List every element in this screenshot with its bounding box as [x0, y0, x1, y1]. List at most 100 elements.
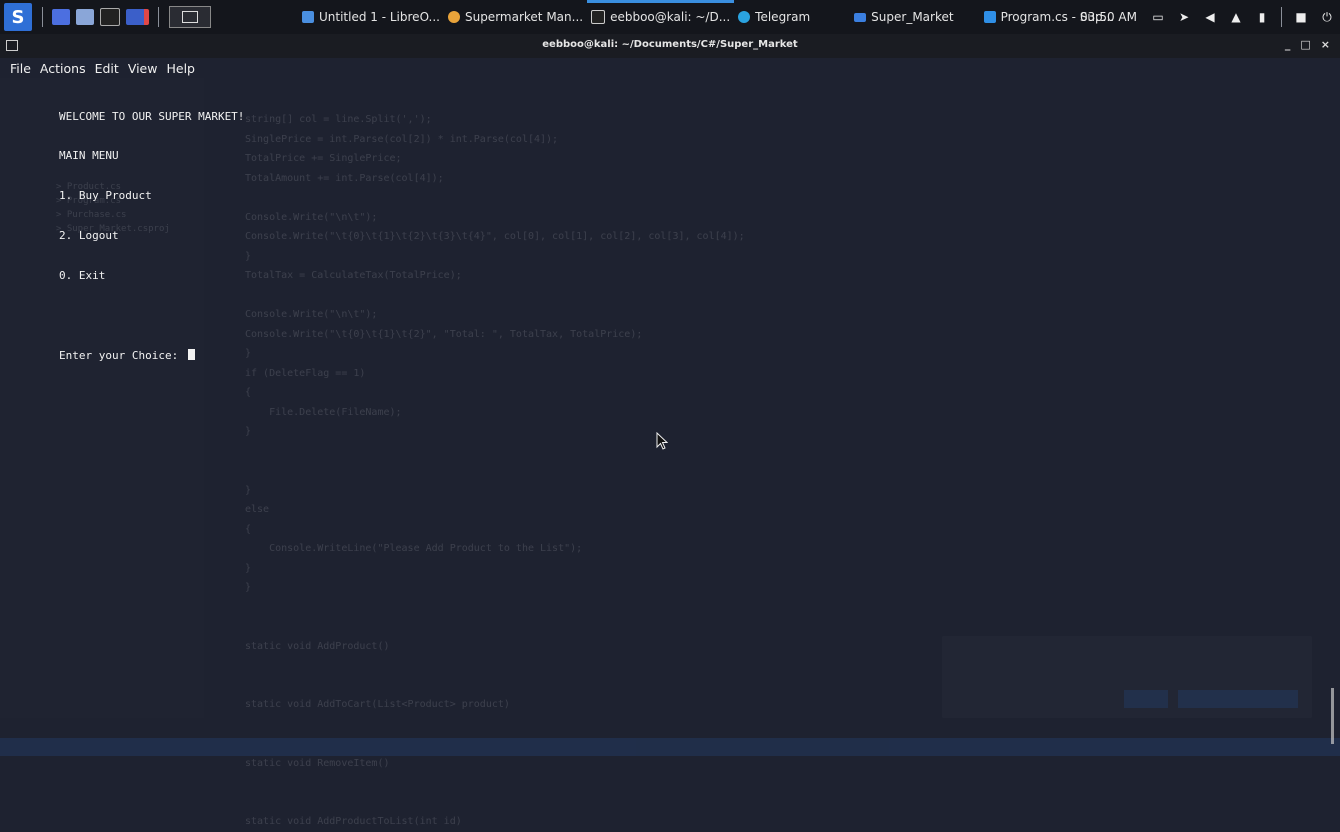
vscode-icon [983, 11, 996, 23]
menu-help[interactable]: Help [166, 61, 195, 76]
terminal-line: 1. Buy Product [59, 189, 152, 203]
screen-icon[interactable]: ▭ [1150, 9, 1166, 25]
code-line: TotalPrice += SinglePrice; [245, 153, 402, 164]
window-titlebar[interactable]: eebboo@kali: ~/Documents/C#/Super_Market… [0, 34, 1340, 58]
menu-file[interactable]: File [10, 61, 31, 76]
taskbar-separator [42, 7, 43, 27]
code-line: static void AddProduct() [245, 640, 390, 652]
code-line: { [245, 523, 252, 535]
launcher-area: S [0, 0, 211, 34]
taskbar: S Untitled 1 - LibreO... Supermarket Man… [0, 0, 1340, 34]
window-controls: _ □ × [1285, 38, 1330, 51]
menu-bar: File Actions Edit View Help [0, 58, 204, 78]
browser-launcher-icon[interactable] [126, 9, 149, 25]
notification-toast [942, 636, 1312, 718]
chrome-icon [447, 11, 460, 23]
task-label: Untitled 1 - LibreO... [319, 10, 440, 24]
telegram-icon [738, 11, 751, 23]
text-cursor [187, 348, 195, 360]
power-icon[interactable]: ⏻ [1319, 9, 1335, 25]
code-line: { [245, 387, 252, 398]
task-terminal[interactable]: eebboo@kali: ~/D... [587, 0, 735, 34]
code-line: TotalAmount += int.Parse(col[4]); [245, 172, 444, 184]
notification-bell-icon[interactable]: ▲ [1228, 9, 1244, 25]
code-line: Console.WriteLine("Please Add Product to… [245, 543, 583, 554]
code-line: static void AddProductToList(int id) [245, 816, 462, 827]
code-line: Console.Write("\t{0}\t{1}\t{2}", "Total:… [245, 328, 643, 340]
code-line: static void RemoveItem() [245, 757, 390, 769]
code-line: TotalTax = CalculateTax(TotalPrice); [245, 270, 462, 281]
code-line: } [245, 484, 252, 496]
code-line: } [245, 348, 252, 359]
kali-menu-icon[interactable]: S [4, 3, 32, 31]
terminal-icon [591, 10, 606, 24]
task-folder[interactable]: Super_Market [850, 0, 957, 34]
lock-icon[interactable]: ■ [1293, 9, 1309, 25]
terminal-launcher-icon[interactable] [100, 8, 120, 26]
code-line: } [245, 562, 252, 574]
terminal-prompt: Enter your Choice: [59, 348, 185, 362]
close-button[interactable]: × [1321, 38, 1330, 51]
task-label: Telegram [755, 10, 811, 24]
editor-statusbar [0, 738, 1340, 756]
notification-button [1178, 690, 1298, 708]
minimize-button[interactable]: _ [1285, 38, 1291, 51]
terminal-scrollbar[interactable] [1331, 688, 1334, 744]
task-chrome[interactable]: Supermarket Man... [444, 0, 587, 34]
taskbar-separator [1281, 7, 1282, 27]
code-editor: string[] col = line.Split(','); SinglePri… [205, 110, 745, 832]
window-title: eebboo@kali: ~/Documents/C#/Super_Market [542, 39, 798, 50]
task-telegram[interactable]: Telegram [734, 0, 814, 34]
terminal-line: WELCOME TO OUR SUPER MARKET! [59, 109, 245, 123]
task-label: Super_Market [871, 10, 954, 24]
task-label: eebboo@kali: ~/D... [610, 10, 731, 24]
menu-edit[interactable]: Edit [95, 61, 119, 76]
taskbar-separator [158, 7, 159, 27]
code-line: else [245, 504, 270, 515]
code-line: static void AddToCart(List<Product> prod… [245, 699, 510, 710]
terminal-line: MAIN MENU [59, 149, 119, 163]
terminal-prompt-line: Enter your Choice: [59, 348, 244, 362]
terminal-line: 2. Logout [59, 229, 119, 243]
telegram-tray-icon[interactable]: ➤ [1176, 9, 1192, 25]
menu-actions[interactable]: Actions [40, 61, 86, 76]
task-label: Supermarket Man... [464, 10, 584, 24]
code-line: Console.Write("\n\t"); [245, 309, 378, 320]
battery-icon[interactable]: ▮ [1254, 9, 1270, 25]
code-line: } [245, 582, 252, 593]
code-line: } [245, 250, 252, 262]
volume-icon[interactable]: ◀ [1202, 9, 1218, 25]
terminal-output[interactable]: WELCOME TO OUR SUPER MARKET! MAIN MENU 1… [59, 83, 244, 376]
folder-icon [854, 12, 867, 22]
code-line: if (DeleteFlag == 1) [245, 367, 366, 379]
maximize-button[interactable]: □ [1300, 38, 1310, 51]
code-line: string[] col = line.Split(','); [245, 114, 432, 125]
task-libreoffice[interactable]: Untitled 1 - LibreO... [298, 0, 444, 34]
system-tray: 03:50 AM ▭ ➤ ◀ ▲ ▮ ■ ⏻ [1080, 0, 1340, 34]
task-list: Untitled 1 - LibreO... Supermarket Man..… [298, 0, 1118, 34]
code-line: SinglePrice = int.Parse(col[2]) * int.Pa… [245, 133, 559, 145]
code-line: Console.Write("\t{0}\t{1}\t{2}\t{3}\t{4}… [245, 231, 745, 242]
menu-view[interactable]: View [128, 61, 158, 76]
terminal-line: 0. Exit [59, 269, 106, 283]
mouse-pointer-icon [656, 432, 668, 450]
workspace-switcher-icon[interactable] [169, 6, 211, 28]
clock[interactable]: 03:50 AM [1080, 10, 1137, 24]
notification-button [1124, 690, 1168, 708]
file-manager-icon[interactable] [76, 9, 94, 25]
document-icon [302, 11, 314, 23]
activity-bar [0, 78, 44, 718]
show-desktop-icon[interactable] [52, 9, 70, 25]
